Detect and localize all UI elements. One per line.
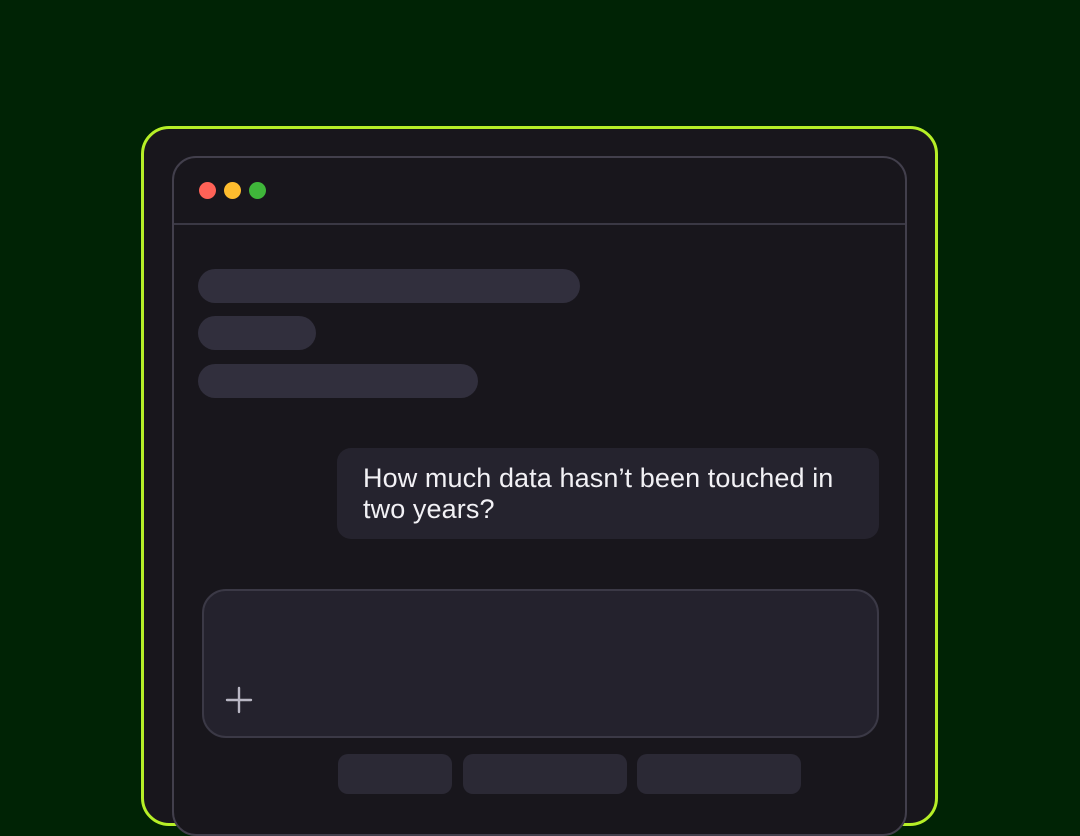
skeleton-line <box>198 269 580 303</box>
window-zoom-button[interactable] <box>249 182 266 199</box>
message-composer[interactable] <box>202 589 879 738</box>
skeleton-line <box>198 316 316 350</box>
window-titlebar <box>174 158 905 225</box>
plus-icon <box>225 686 253 714</box>
suggestion-chip[interactable] <box>637 754 801 794</box>
attach-button[interactable] <box>224 685 254 715</box>
window-minimize-button[interactable] <box>224 182 241 199</box>
page-background: { "window": { "traffic_lights": [ {"name… <box>0 0 1080 836</box>
app-window: How much data hasn’t been touched in two… <box>172 156 907 836</box>
window-close-button[interactable] <box>199 182 216 199</box>
skeleton-line <box>198 364 478 398</box>
user-message-text: How much data hasn’t been touched in two… <box>363 463 834 524</box>
suggestion-chip[interactable] <box>463 754 627 794</box>
suggestion-chip[interactable] <box>338 754 452 794</box>
user-message-bubble: How much data hasn’t been touched in two… <box>337 448 879 539</box>
